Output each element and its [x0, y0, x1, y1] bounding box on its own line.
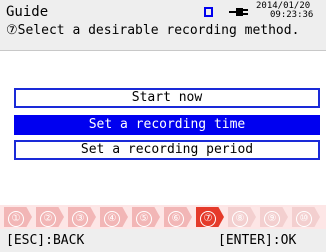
step-5: ⑤ [132, 207, 160, 227]
option-set-recording-time[interactable]: Set a recording time [14, 115, 320, 135]
step-6-label: ⑥ [168, 211, 184, 227]
step-3: ③ [68, 207, 96, 227]
sd-card-icon [204, 7, 213, 17]
step-9: ⑨ [260, 207, 288, 227]
step-5-label: ⑤ [136, 211, 152, 227]
step-2-label: ② [40, 211, 56, 227]
screen-title: Guide [6, 4, 49, 20]
step-progress-bar: ① ② ③ ④ ⑤ ⑥ ⑦ ⑧ ⑨ ⑩ [0, 205, 326, 229]
datetime-display: 2014/01/20 09:23:36 [256, 2, 326, 20]
step-1: ① [4, 207, 32, 227]
step-4-label: ④ [104, 211, 120, 227]
step-10-label: ⑩ [296, 211, 312, 227]
esc-back-hint[interactable]: [ESC]:BACK [6, 229, 84, 252]
time-text: 09:23:36 [270, 10, 314, 20]
step-7-label: ⑦ [200, 211, 216, 227]
options-panel: Start now Set a recording time Set a rec… [0, 50, 326, 206]
enter-ok-hint[interactable]: [ENTER]:OK [218, 229, 296, 252]
step-1-label: ① [8, 211, 24, 227]
step-8: ⑧ [228, 207, 256, 227]
step-4: ④ [100, 207, 128, 227]
header-bar: Guide 2014/01/20 09:23:36 ⑦Select a desi… [0, 0, 326, 50]
step-6: ⑥ [164, 207, 192, 227]
step-2: ② [36, 207, 64, 227]
step-3-label: ③ [72, 211, 88, 227]
instruction-text: ⑦Select a desirable recording method. [6, 23, 300, 38]
step-9-label: ⑨ [264, 211, 280, 227]
footer-bar: [ESC]:BACK [ENTER]:OK [0, 229, 326, 252]
step-10: ⑩ [292, 207, 320, 227]
option-start-now[interactable]: Start now [14, 88, 320, 108]
step-7-current: ⑦ [196, 207, 224, 227]
step-8-label: ⑧ [232, 211, 248, 227]
option-set-recording-period[interactable]: Set a recording period [14, 140, 320, 160]
ac-power-plug-icon [229, 8, 248, 16]
